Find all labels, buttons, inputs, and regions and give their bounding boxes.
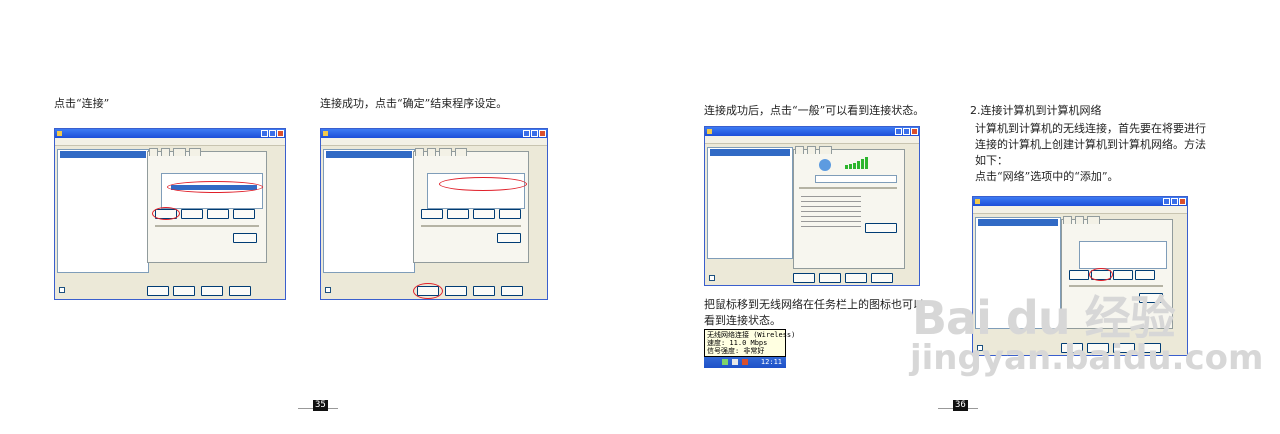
taskbar-tray: 12:11 [704,357,786,368]
screenshot-connect-dialog [54,128,286,300]
network-icon [732,359,738,365]
wifi-tray-icon [722,359,728,365]
tray-tooltip: 无线网络连接 (Wireless) 速度: 11.0 Mbps 信号强度: 非常… [704,329,796,368]
app-icon [323,131,328,136]
tray-tooltip-line-3: 信号强度: 非常好 [707,347,765,355]
page-number-left: 35 [313,400,328,411]
app-icon [707,129,712,134]
caption-general-tab: 连接成功后，点击“一般”可以看到连接状态。 [704,104,925,117]
section-title: 2.连接计算机到计算机网络 [970,104,1102,117]
screenshot-confirm-dialog [320,128,548,300]
network-icon [819,159,831,171]
paragraph-line-2: 连接的计算机上创建计算机到计算机网络。方法 [975,138,1206,151]
close-icon [911,128,918,135]
shield-icon [742,359,748,365]
paragraph-line-4: 点击“网络”选项中的“添加”。 [975,170,1119,183]
app-icon [975,199,980,204]
tray-caption-line-2: 看到连接状态。 [704,314,781,327]
tray-tooltip-line-1: 无线网络连接 (Wireless) [707,331,796,339]
close-icon [1179,198,1186,205]
caption-success-confirm: 连接成功，点击“确定”结束程序设定。 [320,97,508,110]
page-number-right: 36 [953,400,968,411]
watermark-url: jingyan.baidu.com [910,338,1264,378]
tray-clock: 12:11 [760,358,782,366]
app-icon [57,131,62,136]
close-icon [539,130,546,137]
screenshot-general-status [704,126,920,286]
caption-connect: 点击“连接” [54,97,110,110]
close-icon [277,130,284,137]
tray-tooltip-line-2: 速度: 11.0 Mbps [707,339,768,347]
